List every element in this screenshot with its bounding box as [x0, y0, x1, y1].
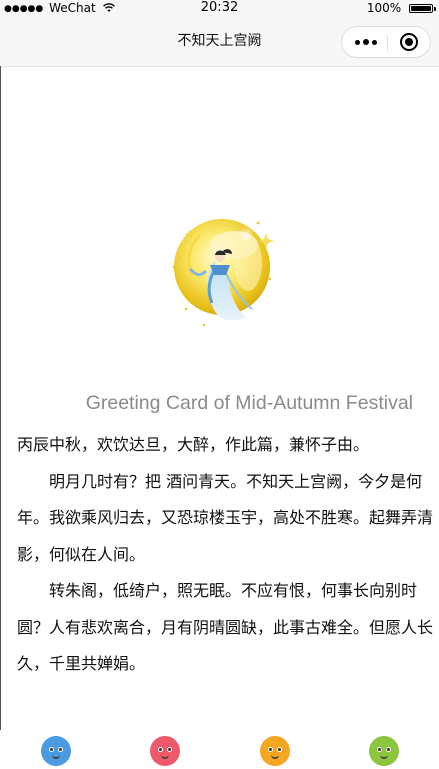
poem-stanza-2: 转朱阁，低绮户，照无眠。不应有恨，何事长向别时圆？人有悲欢离合，月有阴晴圆缺，此… [17, 581, 434, 673]
tab-bar [0, 730, 439, 769]
card-title: Greeting Card of Mid-Autumn Festival [85, 392, 413, 414]
navigation-bar: 不知天上宫阙 [0, 16, 439, 67]
poem-stanza-1: 明月几时有？把 酒问青天。不知天上宫阙，今夕是何年。我欲乘风归去，又恐琼楼玉宇，… [17, 471, 434, 564]
left-edge-line [0, 66, 1, 769]
tab-2[interactable] [148, 734, 182, 769]
more-icon[interactable] [352, 27, 380, 57]
moon-fairy-image [172, 219, 274, 327]
tab-4[interactable] [367, 734, 401, 769]
tab-3[interactable] [258, 734, 292, 769]
poem-preface: 丙辰中秋，欢饮达旦，大醉，作此篇，兼怀子由。 [17, 435, 370, 454]
green-creature-icon [369, 736, 399, 766]
red-creature-icon [150, 736, 180, 766]
battery-icon [409, 4, 436, 13]
capsule-divider [387, 35, 388, 51]
battery-percent: 100% [366, 1, 402, 15]
status-bar: ●●●●● WeChat 20:32 100% [0, 0, 439, 16]
status-right: 100% [366, 0, 436, 16]
tab-1[interactable] [39, 734, 73, 769]
mini-program-capsule [341, 26, 431, 58]
poem-text: 丙辰中秋，欢饮达旦，大醉，作此篇，兼怀子由。 明月几时有？把 酒问青天。不知天上… [17, 427, 435, 683]
orange-creature-icon [260, 736, 290, 766]
blue-creature-icon [41, 736, 71, 766]
close-mini-program-icon[interactable] [400, 33, 418, 51]
